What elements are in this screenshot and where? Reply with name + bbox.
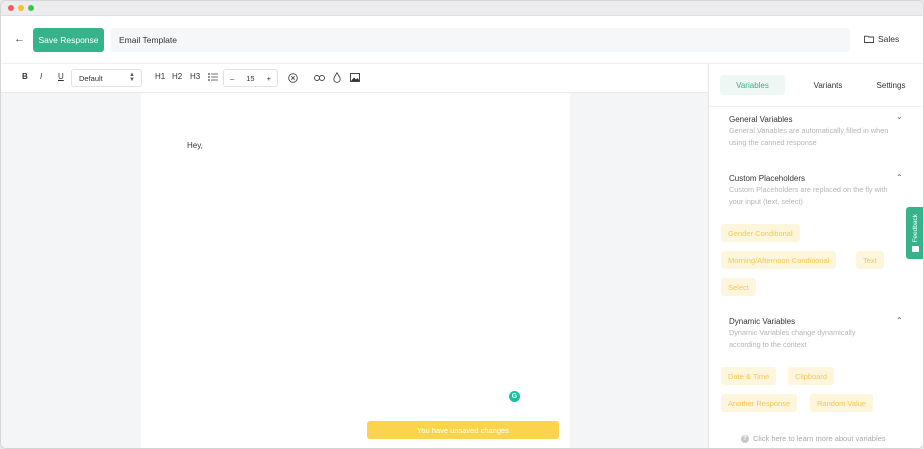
chevron-down-icon[interactable]: ⌄ [896, 112, 903, 121]
color-drop-icon[interactable] [333, 72, 341, 83]
link-icon[interactable] [314, 75, 325, 81]
tab-variables[interactable]: Variables [720, 75, 785, 95]
chip-another-response[interactable]: Another Response [721, 394, 798, 412]
feedback-label: Feedback [911, 214, 919, 243]
select-caret-icon: ▲ ▼ [129, 72, 135, 83]
window-titlebar [1, 1, 923, 16]
dynamic-variables-title[interactable]: Dynamic Variables [729, 317, 795, 326]
font-size-value: 15 [246, 73, 255, 83]
chip-text[interactable]: Text [856, 251, 884, 269]
image-icon[interactable] [350, 73, 360, 82]
tab-settings[interactable]: Settings [862, 75, 920, 95]
general-variables-description: General Variables are automatically fill… [729, 126, 889, 147]
sidebar-divider [709, 106, 923, 107]
chip-gender-conditional[interactable]: Gender Conditional [721, 224, 800, 242]
font-select[interactable]: Default ▲ ▼ [71, 69, 142, 87]
feedback-icon [911, 245, 919, 252]
font-select-value: Default [79, 73, 103, 83]
folder-selector[interactable]: Sales [864, 34, 899, 44]
editor-page[interactable]: Hey, You have unsaved changes [141, 93, 570, 448]
template-name-input[interactable]: Email Template [111, 28, 850, 52]
folder-label: Sales [878, 34, 900, 44]
italic-button[interactable]: I [40, 72, 42, 81]
help-icon: ? [741, 434, 749, 443]
clear-format-icon[interactable] [288, 73, 298, 83]
folder-icon [864, 35, 874, 43]
chip-date-time[interactable]: Date & Time [721, 367, 777, 385]
zoom-dot[interactable] [28, 5, 34, 11]
formatting-toolbar: B I U Default ▲ ▼ H1 H2 H3 – 15 + [1, 64, 708, 93]
arrow-left-icon[interactable]: ← [14, 33, 25, 45]
chip-random-value[interactable]: Random Value [810, 394, 874, 412]
editor-body-text[interactable]: Hey, [187, 141, 203, 150]
dynamic-variables-description: Dynamic Variables change dynamically acc… [729, 328, 856, 349]
h2-button[interactable]: H2 [172, 72, 182, 81]
app-window: ← Save Response Email Template Sales B I… [0, 0, 924, 449]
font-size-increase[interactable]: + [267, 74, 271, 83]
tab-variants[interactable]: Variants [797, 75, 859, 95]
close-dot[interactable] [8, 5, 14, 11]
sidebar-tabs: Variables Variants Settings [720, 75, 920, 95]
feedback-tab[interactable]: Feedback [906, 207, 923, 259]
underline-button[interactable]: U [58, 72, 64, 81]
chip-clipboard[interactable]: Clipboard [788, 367, 835, 385]
h3-button[interactable]: H3 [190, 72, 200, 81]
bold-button[interactable]: B [22, 72, 28, 81]
bullet-list-icon[interactable] [208, 73, 218, 81]
chip-select[interactable]: Select [721, 278, 756, 296]
save-response-button[interactable]: Save Response [33, 28, 104, 52]
minimize-dot[interactable] [18, 5, 24, 11]
general-variables-title[interactable]: General Variables [729, 115, 792, 124]
custom-placeholders-description: Custom Placeholders are replaced on the … [729, 185, 888, 206]
chevron-up-icon[interactable]: ⌃ [896, 316, 903, 325]
learn-more-link[interactable]: ? Click here to learn more about variabl… [741, 434, 886, 443]
font-size-decrease[interactable]: – [230, 74, 234, 83]
unsaved-changes-notice[interactable]: You have unsaved changes [367, 421, 559, 439]
h1-button[interactable]: H1 [155, 72, 165, 81]
chip-morning-afternoon-conditional[interactable]: Morning/Afternoon Conditional [721, 251, 837, 269]
template-name-value: Email Template [119, 35, 177, 45]
learn-more-text: Click here to learn more about variables [753, 434, 886, 443]
font-size-stepper[interactable]: – 15 + [223, 69, 278, 87]
header-bar: ← Save Response Email Template Sales [1, 16, 923, 64]
custom-placeholders-title[interactable]: Custom Placeholders [729, 174, 805, 183]
grammarly-icon[interactable]: G [509, 391, 520, 402]
variables-sidebar: Variables Variants Settings General Vari… [708, 64, 923, 448]
chevron-up-icon[interactable]: ⌃ [896, 173, 903, 182]
